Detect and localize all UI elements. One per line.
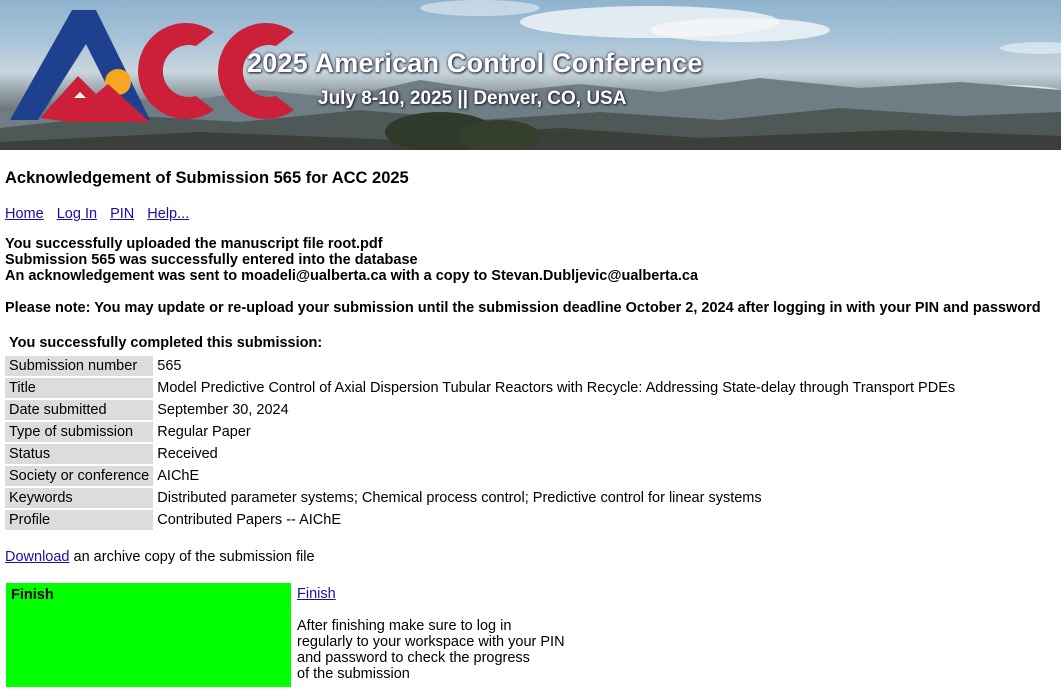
finish-note-line: regularly to your workspace with your PI…	[297, 634, 565, 650]
table-row: Title Model Predictive Control of Axial …	[5, 378, 959, 398]
conference-title: 2025 American Control Conference	[247, 48, 703, 78]
table-row: Keywords Distributed parameter systems; …	[5, 488, 959, 508]
row-label: Society or conference	[5, 466, 154, 486]
row-label: Title	[5, 378, 154, 398]
table-row: Type of submission Regular Paper	[5, 422, 959, 442]
row-label: Date submitted	[5, 400, 154, 420]
row-value: September 30, 2024	[157, 402, 289, 418]
table-row: Status Received	[5, 444, 959, 464]
row-label: Type of submission	[5, 422, 154, 442]
row-value: Distributed parameter systems; Chemical …	[157, 490, 762, 506]
row-value: Regular Paper	[157, 424, 251, 440]
row-label: Submission number	[5, 356, 154, 376]
row-label: Keywords	[5, 488, 154, 508]
row-value: AIChE	[157, 468, 200, 484]
help-link[interactable]: Help...	[147, 206, 189, 222]
finish-note: After finishing make sure to log in regu…	[297, 618, 565, 682]
login-link[interactable]: Log In	[57, 206, 97, 222]
nav-links: Home Log In PIN Help...	[5, 206, 198, 222]
table-row: Society or conference AIChE	[5, 466, 959, 486]
row-label: Profile	[5, 510, 154, 530]
conference-dates-location: July 8-10, 2025 || Denver, CO, USA	[318, 88, 627, 109]
row-value: 565	[157, 358, 182, 374]
table-row: Date submitted September 30, 2024	[5, 400, 959, 420]
row-value: Contributed Papers -- AIChE	[157, 512, 342, 528]
finish-panel: Finish	[6, 583, 291, 687]
page-title: Acknowledgement of Submission 565 for AC…	[5, 169, 409, 187]
finish-note-line: of the submission	[297, 666, 410, 682]
deadline-note: Please note: You may update or re-upload…	[5, 300, 1041, 316]
finish-label: Finish	[11, 587, 54, 603]
row-label: Status	[5, 444, 154, 464]
header-banner: 2025 American Control Conference July 8-…	[0, 0, 1061, 150]
table-row: Submission number 565	[5, 356, 959, 376]
finish-link[interactable]: Finish	[297, 586, 336, 602]
upload-message: You successfully uploaded the manuscript…	[5, 236, 383, 252]
entered-message: Submission 565 was successfully entered …	[5, 252, 418, 268]
download-text: an archive copy of the submission file	[69, 549, 315, 565]
finish-note-line: and password to check the progress	[297, 650, 530, 666]
table-row: Profile Contributed Papers -- AIChE	[5, 510, 959, 530]
row-value: Model Predictive Control of Axial Disper…	[157, 380, 956, 396]
acknowledgement-message: An acknowledgement was sent to moadeli@u…	[5, 268, 699, 284]
completed-heading: You successfully completed this submissi…	[9, 335, 323, 351]
home-link[interactable]: Home	[5, 206, 44, 222]
row-value: Received	[157, 446, 218, 462]
pin-link[interactable]: PIN	[110, 206, 134, 222]
submission-summary-table: Submission number 565 Title Model Predic…	[5, 354, 959, 532]
finish-note-line: After finishing make sure to log in	[297, 618, 512, 634]
download-link[interactable]: Download	[5, 549, 70, 565]
download-line: Download an archive copy of the submissi…	[5, 549, 315, 565]
